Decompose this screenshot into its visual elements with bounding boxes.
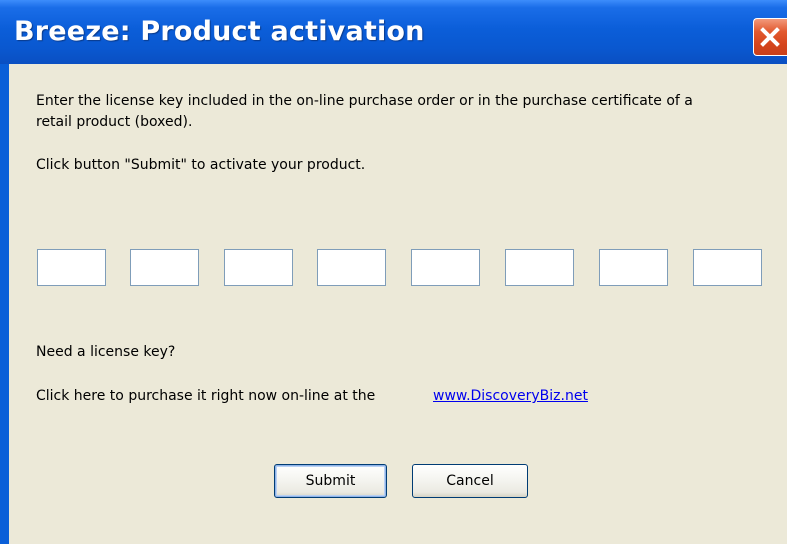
instruction-text-line-2: retail product (boxed). (36, 114, 193, 130)
license-key-field-7[interactable] (599, 249, 668, 286)
close-icon (760, 27, 780, 47)
cancel-button[interactable]: Cancel (412, 464, 528, 498)
window-title: Breeze: Product activation (14, 16, 425, 47)
instruction-text-line-1: Enter the license key included in the on… (36, 93, 693, 109)
submit-instruction-text: Click button "Submit" to activate your p… (36, 157, 366, 173)
license-key-field-6[interactable] (505, 249, 574, 286)
submit-button[interactable]: Submit (274, 464, 387, 498)
license-key-field-3[interactable] (224, 249, 293, 286)
dialog-body: Enter the license key included in the on… (9, 64, 787, 544)
license-key-field-1[interactable] (37, 249, 106, 286)
license-key-field-5[interactable] (411, 249, 480, 286)
discoverybiz-link[interactable]: www.DiscoveryBiz.net (433, 388, 588, 405)
activation-dialog: Breeze: Product activation Enter the lic… (0, 0, 787, 544)
license-key-field-8[interactable] (693, 249, 762, 286)
purchase-text: Click here to purchase it right now on-l… (36, 388, 376, 404)
need-license-key-text: Need a license key? (36, 344, 176, 360)
license-key-field-4[interactable] (317, 249, 386, 286)
license-key-field-2[interactable] (130, 249, 199, 286)
title-bar[interactable]: Breeze: Product activation (0, 0, 787, 64)
close-button[interactable] (753, 18, 787, 56)
